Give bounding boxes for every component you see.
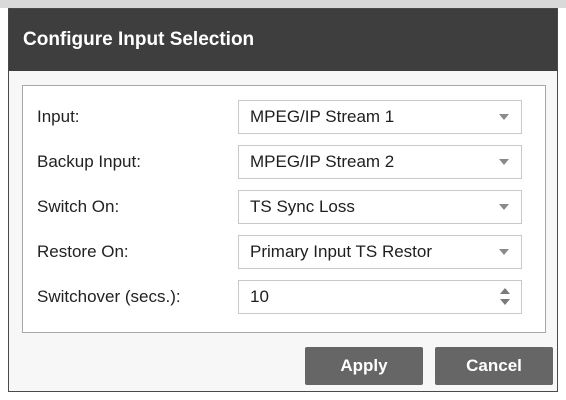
spin-up-icon[interactable] bbox=[500, 288, 510, 294]
chevron-down-icon[interactable] bbox=[499, 204, 509, 210]
backup-input-label: Backup Input: bbox=[37, 152, 141, 171]
apply-button[interactable]: Apply bbox=[305, 347, 423, 385]
input-select[interactable]: MPEG/IP Stream 1 bbox=[238, 100, 522, 134]
input-label: Input: bbox=[37, 107, 80, 126]
switch-on-row: Switch On: TS Sync Loss bbox=[23, 190, 545, 224]
switchover-input-value[interactable]: 10 bbox=[250, 281, 480, 313]
spin-down-icon[interactable] bbox=[500, 299, 510, 305]
chevron-down-icon[interactable] bbox=[499, 249, 509, 255]
spinner-updown-icon[interactable] bbox=[499, 288, 511, 306]
background-strip bbox=[0, 0, 566, 8]
restore-on-label: Restore On: bbox=[37, 242, 129, 261]
chevron-down-icon[interactable] bbox=[499, 114, 509, 120]
input-row: Input: MPEG/IP Stream 1 bbox=[23, 100, 545, 134]
restore-on-select-value: Primary Input TS Restor bbox=[250, 242, 433, 261]
backup-input-select[interactable]: MPEG/IP Stream 2 bbox=[238, 145, 522, 179]
configure-input-dialog: Configure Input Selection Input: MPEG/IP… bbox=[8, 8, 558, 392]
cancel-button[interactable]: Cancel bbox=[435, 347, 553, 385]
switchover-label: Switchover (secs.): bbox=[37, 287, 181, 306]
dialog-title: Configure Input Selection bbox=[9, 9, 557, 71]
restore-on-row: Restore On: Primary Input TS Restor bbox=[23, 235, 545, 269]
backup-input-row: Backup Input: MPEG/IP Stream 2 bbox=[23, 145, 545, 179]
input-select-value: MPEG/IP Stream 1 bbox=[250, 107, 395, 126]
form-panel: Input: MPEG/IP Stream 1 Backup Input: MP… bbox=[22, 85, 546, 333]
switchover-number-input[interactable]: 10 bbox=[238, 280, 522, 314]
switchover-row: Switchover (secs.): 10 bbox=[23, 280, 545, 314]
switch-on-label: Switch On: bbox=[37, 197, 120, 216]
switch-on-select[interactable]: TS Sync Loss bbox=[238, 190, 522, 224]
backup-input-select-value: MPEG/IP Stream 2 bbox=[250, 152, 395, 171]
switch-on-select-value: TS Sync Loss bbox=[250, 197, 355, 216]
restore-on-select[interactable]: Primary Input TS Restor bbox=[238, 235, 522, 269]
chevron-down-icon[interactable] bbox=[499, 159, 509, 165]
